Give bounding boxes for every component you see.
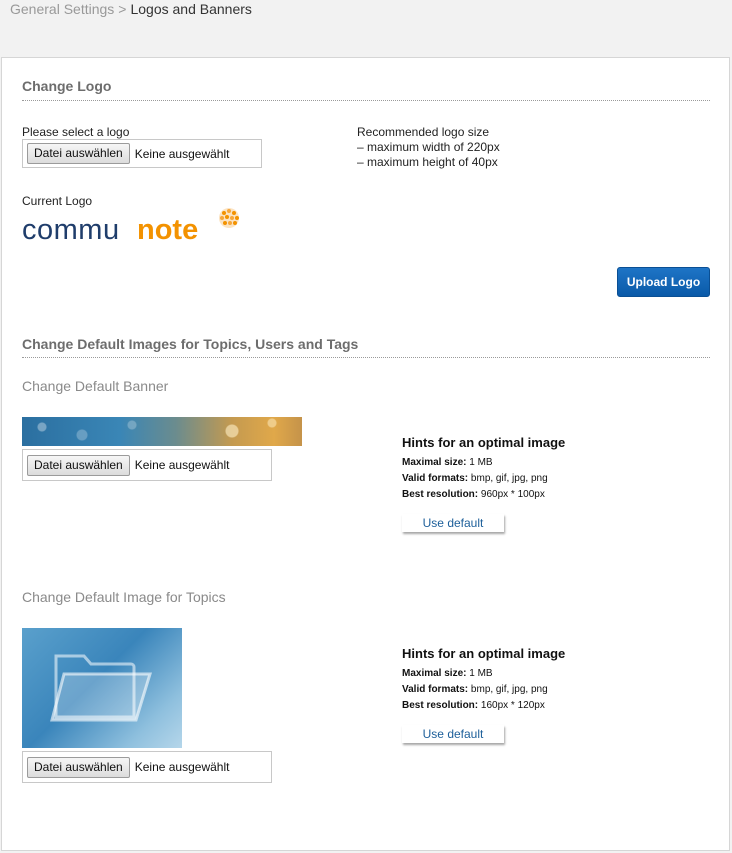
banner-hints: Hints for an optimal image Maximal size:… (402, 435, 565, 503)
section-divider (22, 100, 710, 101)
banner-resolution-value: 960px * 100px (480, 489, 545, 500)
banner-hints-title: Hints for an optimal image (402, 435, 566, 450)
topic-resolution-value: 160px * 120px (480, 700, 545, 711)
banner-formats-value: bmp, gif, jpg, png (470, 473, 548, 484)
banner-file-input[interactable]: Datei auswählen Keine ausgewählt (22, 449, 272, 481)
default-banner-title: Change Default Banner (22, 378, 169, 394)
topic-formats-label: Valid formats: (402, 684, 469, 695)
logo-file-input[interactable]: Datei auswählen Keine ausgewählt (22, 139, 262, 168)
logo-globe-icon (219, 208, 239, 228)
logo-text-part2: note (137, 214, 198, 246)
topic-file-status: Keine ausgewählt (134, 760, 230, 774)
recommended-title: Recommended logo size (357, 125, 490, 139)
breadcrumb: General Settings > Logos and Banners (10, 1, 252, 17)
topic-use-default-button[interactable]: Use default (402, 725, 504, 743)
default-banner-image (22, 417, 302, 446)
banner-max-size-value: 1 MB (469, 457, 493, 468)
topic-choose-file-button[interactable]: Datei auswählen (27, 756, 130, 778)
settings-panel: Change Logo Please select a logo Datei a… (1, 57, 730, 851)
communote-logo: commu note (22, 205, 252, 247)
banner-choose-file-button[interactable]: Datei auswählen (27, 454, 130, 476)
banner-use-default-button[interactable]: Use default (402, 514, 504, 532)
breadcrumb-current: Logos and Banners (130, 1, 252, 17)
banner-resolution-label: Best resolution: (402, 489, 479, 500)
default-topic-image (22, 628, 182, 748)
breadcrumb-parent[interactable]: General Settings (10, 1, 114, 17)
logo-text-part1: commu (22, 214, 120, 246)
select-logo-label: Please select a logo (22, 125, 130, 139)
topic-file-input[interactable]: Datei auswählen Keine ausgewählt (22, 751, 272, 783)
change-logo-title: Change Logo (22, 78, 112, 94)
logo-file-status: Keine ausgewählt (134, 146, 230, 161)
topic-max-size-value: 1 MB (469, 668, 493, 679)
topic-hints: Hints for an optimal image Maximal size:… (402, 646, 565, 714)
recommended-logo-size: Recommended logo size – maximum width of… (357, 125, 500, 170)
topic-resolution-label: Best resolution: (402, 700, 479, 711)
breadcrumb-separator: > (118, 1, 127, 17)
recommended-width: – maximum width of 220px (357, 140, 500, 154)
banner-file-status: Keine ausgewählt (134, 458, 230, 472)
banner-max-size-label: Maximal size: (402, 457, 467, 468)
default-images-title: Change Default Images for Topics, Users … (22, 336, 359, 352)
banner-formats-label: Valid formats: (402, 473, 469, 484)
topic-max-size-label: Maximal size: (402, 668, 467, 679)
upload-logo-button[interactable]: Upload Logo (617, 267, 710, 297)
recommended-height: – maximum height of 40px (357, 155, 498, 169)
default-topic-image-title: Change Default Image for Topics (22, 589, 226, 605)
logo-choose-file-button[interactable]: Datei auswählen (27, 143, 130, 164)
section-divider (22, 357, 710, 358)
topic-hints-title: Hints for an optimal image (402, 646, 566, 661)
folder-icon (50, 654, 153, 722)
topic-formats-value: bmp, gif, jpg, png (470, 684, 548, 695)
